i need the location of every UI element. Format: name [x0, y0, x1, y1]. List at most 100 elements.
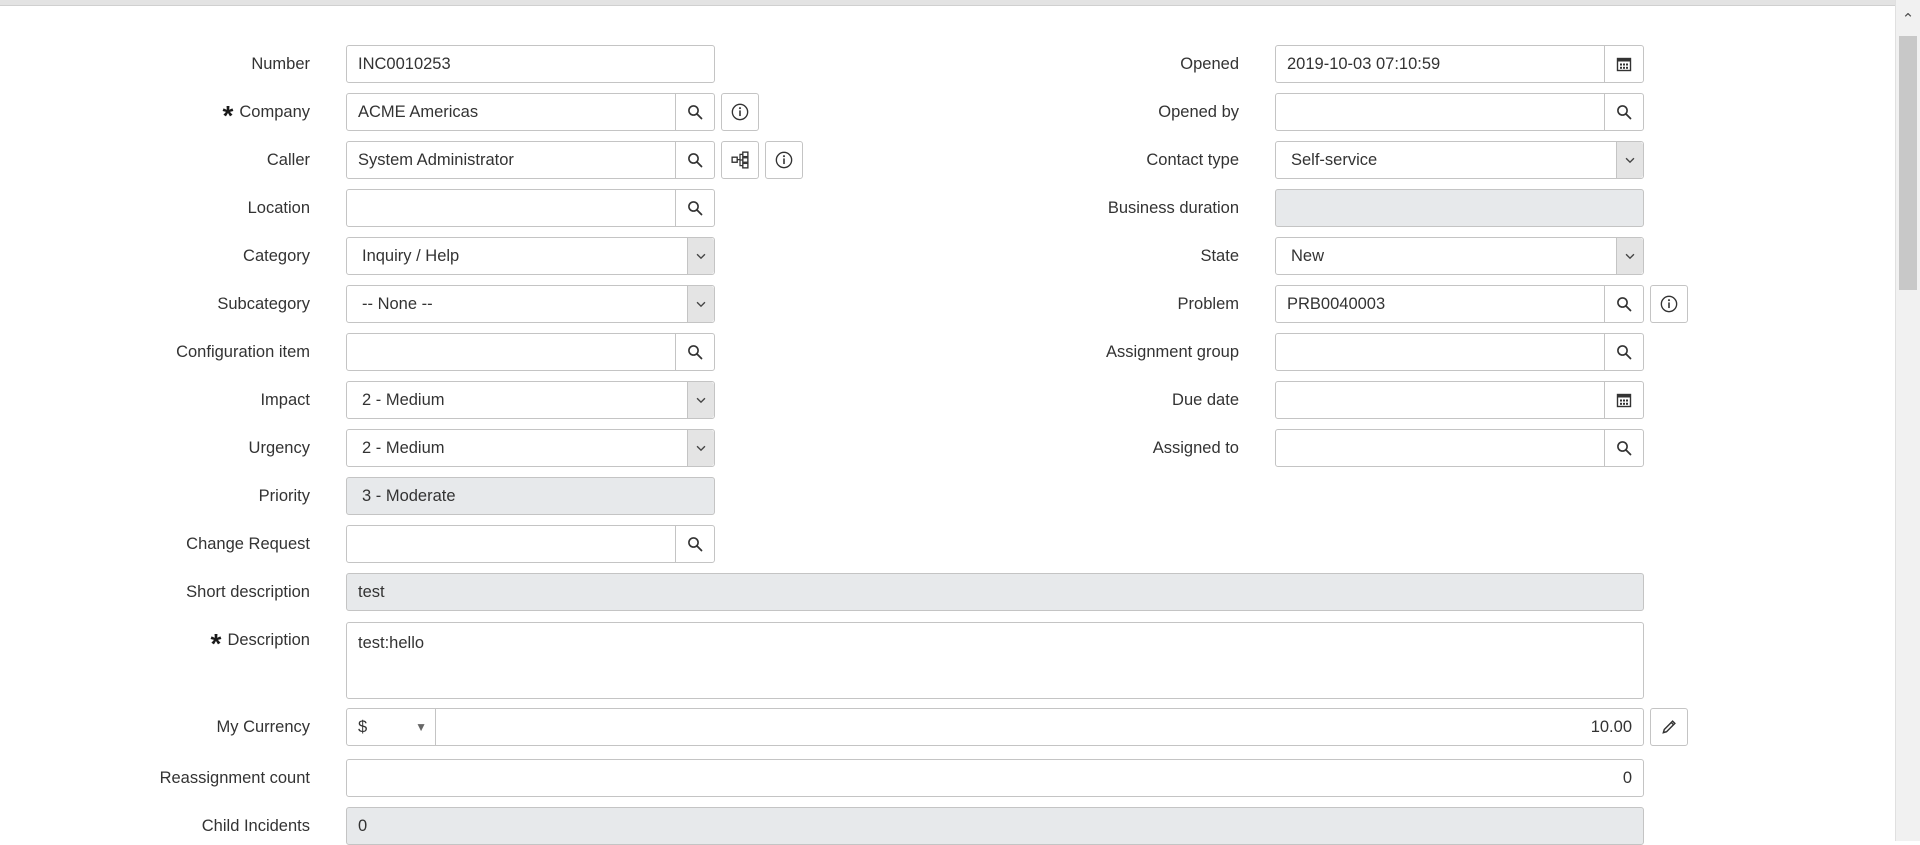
- assignment-group-label: Assignment group: [1106, 343, 1239, 361]
- reassignment-count-field[interactable]: 0: [346, 759, 1644, 797]
- subcategory-select[interactable]: -- None --: [346, 285, 715, 323]
- assignment-group-lookup-button[interactable]: [1604, 334, 1643, 370]
- category-label: Category: [243, 247, 310, 265]
- chevron-down-icon: [694, 297, 708, 311]
- company-value: ACME Americas: [358, 103, 479, 121]
- child-incidents-label: Child Incidents: [201, 817, 310, 835]
- category-dropdown-button[interactable]: [687, 238, 714, 274]
- short-description-label: Short description: [186, 583, 310, 601]
- location-lookup-button[interactable]: [675, 190, 714, 226]
- mandatory-asterisk-icon: *: [222, 100, 234, 131]
- configuration-item-label: Configuration item: [176, 343, 310, 361]
- chevron-down-icon: [694, 249, 708, 263]
- problem-label: Problem: [1177, 295, 1239, 313]
- assigned-to-label: Assigned to: [1152, 439, 1239, 457]
- contact-type-label: Contact type: [1146, 151, 1239, 169]
- state-dropdown-button[interactable]: [1616, 238, 1643, 274]
- urgency-select[interactable]: 2 - Medium: [346, 429, 715, 467]
- problem-field[interactable]: PRB0040003: [1275, 285, 1644, 323]
- assigned-to-field[interactable]: [1275, 429, 1644, 467]
- opened-calendar-button[interactable]: [1604, 46, 1643, 82]
- info-icon: [731, 103, 749, 121]
- priority-field: 3 - Moderate: [346, 477, 715, 515]
- search-icon: [687, 200, 703, 216]
- opened-field[interactable]: 2019-10-03 07:10:59: [1275, 45, 1644, 83]
- caller-info-button[interactable]: [765, 141, 803, 179]
- short-description-field: test: [346, 573, 1644, 611]
- location-field[interactable]: [346, 189, 715, 227]
- description-textarea[interactable]: test:hello: [346, 622, 1644, 699]
- search-icon: [1616, 296, 1632, 312]
- due-date-calendar-button[interactable]: [1604, 382, 1643, 418]
- priority-label: Priority: [258, 487, 310, 505]
- search-icon: [687, 152, 703, 168]
- number-field[interactable]: INC0010253: [346, 45, 715, 83]
- caller-field[interactable]: System Administrator: [346, 141, 715, 179]
- subcategory-dropdown-button[interactable]: [687, 286, 714, 322]
- configuration-item-field[interactable]: [346, 333, 715, 371]
- currency-symbol-select[interactable]: $ ▼: [347, 709, 436, 745]
- assigned-to-lookup-button[interactable]: [1604, 430, 1643, 466]
- company-field[interactable]: ACME Americas: [346, 93, 715, 131]
- caller-hierarchy-button[interactable]: [721, 141, 759, 179]
- caller-lookup-button[interactable]: [675, 142, 714, 178]
- opened-by-field[interactable]: [1275, 93, 1644, 131]
- contact-type-dropdown-button[interactable]: [1616, 142, 1643, 178]
- search-icon: [687, 536, 703, 552]
- child-incidents-field: 0: [346, 807, 1644, 845]
- search-icon: [687, 104, 703, 120]
- description-label: * Description: [210, 628, 310, 659]
- calendar-icon: [1616, 392, 1632, 408]
- chevron-down-icon: [694, 393, 708, 407]
- search-icon: [1616, 440, 1632, 456]
- search-icon: [1616, 104, 1632, 120]
- my-currency-field[interactable]: $ ▼ 10.00: [346, 708, 1644, 746]
- subcategory-label: Subcategory: [217, 295, 310, 313]
- impact-dropdown-button[interactable]: [687, 382, 714, 418]
- chevron-down-icon: [694, 441, 708, 455]
- my-currency-value: 10.00: [1590, 718, 1632, 736]
- number-value: INC0010253: [358, 55, 451, 73]
- currency-edit-button[interactable]: [1650, 708, 1688, 746]
- company-lookup-button[interactable]: [675, 94, 714, 130]
- opened-by-lookup-button[interactable]: [1604, 94, 1643, 130]
- vertical-scrollbar[interactable]: ⌃: [1895, 0, 1920, 841]
- urgency-dropdown-button[interactable]: [687, 430, 714, 466]
- contact-type-select[interactable]: Self-service: [1275, 141, 1644, 179]
- info-icon: [775, 151, 793, 169]
- my-currency-label: My Currency: [216, 718, 310, 736]
- business-duration-label: Business duration: [1107, 199, 1239, 217]
- company-info-button[interactable]: [721, 93, 759, 131]
- problem-info-button[interactable]: [1650, 285, 1688, 323]
- assignment-group-field[interactable]: [1275, 333, 1644, 371]
- opened-by-label: Opened by: [1158, 103, 1239, 121]
- impact-label: Impact: [260, 391, 310, 409]
- search-icon: [1616, 344, 1632, 360]
- scroll-thumb[interactable]: [1899, 36, 1917, 290]
- due-date-field[interactable]: [1275, 381, 1644, 419]
- chevron-down-icon: [1623, 153, 1637, 167]
- urgency-label: Urgency: [248, 439, 310, 457]
- calendar-icon: [1616, 56, 1632, 72]
- chevron-down-icon: [1623, 249, 1637, 263]
- impact-select[interactable]: 2 - Medium: [346, 381, 715, 419]
- hierarchy-icon: [731, 151, 749, 169]
- due-date-label: Due date: [1172, 391, 1239, 409]
- problem-lookup-button[interactable]: [1604, 286, 1643, 322]
- configuration-item-lookup-button[interactable]: [675, 334, 714, 370]
- change-request-field[interactable]: [346, 525, 715, 563]
- top-border: [0, 0, 1896, 6]
- opened-label: Opened: [1180, 55, 1239, 73]
- dropdown-triangle-icon: ▼: [415, 720, 427, 734]
- info-icon: [1660, 295, 1678, 313]
- caller-label: Caller: [266, 151, 310, 169]
- scroll-up-arrow-icon[interactable]: ⌃: [1896, 6, 1920, 34]
- state-select[interactable]: New: [1275, 237, 1644, 275]
- change-request-label: Change Request: [186, 535, 310, 553]
- change-request-lookup-button[interactable]: [675, 526, 714, 562]
- pencil-icon: [1660, 718, 1678, 736]
- state-label: State: [1200, 247, 1239, 265]
- business-duration-field: [1275, 189, 1644, 227]
- location-label: Location: [247, 199, 310, 217]
- category-select[interactable]: Inquiry / Help: [346, 237, 715, 275]
